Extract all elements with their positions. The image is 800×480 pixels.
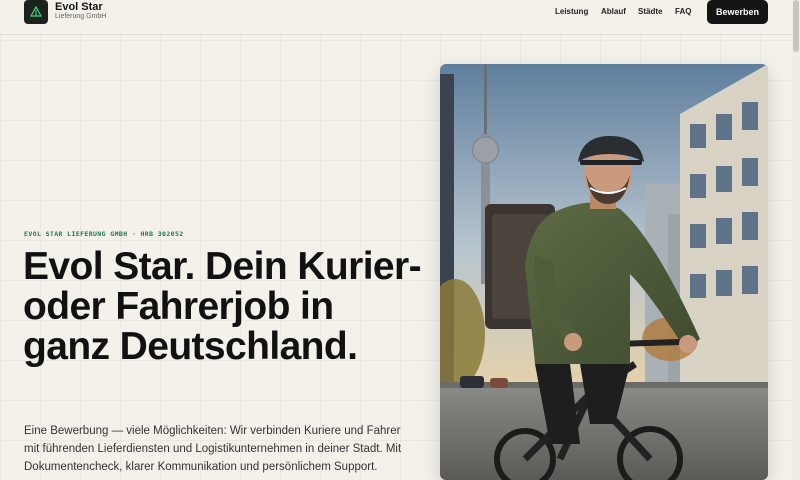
scrollbar-thumb[interactable]	[793, 0, 799, 52]
company-registration-label: EVOL STAR LIEFERUNG GMBH · HRB 302052	[24, 230, 184, 238]
brand-name[interactable]: Evol Star	[55, 1, 103, 13]
hero-intro-text: Eine Bewerbung — viele Möglichkeiten: Wi…	[24, 425, 402, 473]
nav-link-leistung[interactable]: Leistung	[555, 7, 588, 16]
nav-link-ablauf[interactable]: Ablauf	[601, 7, 626, 16]
site-header: Evol Star Lieferung GmbH Leistung Ablauf…	[0, 0, 792, 35]
brand-subtitle: Lieferung GmbH	[55, 13, 107, 20]
hero-headline: Evol Star. Dein Kurier- oder Fahrerjob i…	[23, 245, 422, 368]
hero-photo-courier-cyclist	[440, 64, 768, 480]
page-scrollbar[interactable]	[792, 0, 800, 480]
nav-link-staedte[interactable]: Städte	[638, 7, 662, 16]
apply-button[interactable]: Bewerben	[707, 0, 768, 24]
logo-icon[interactable]	[24, 0, 48, 24]
nav-link-faq[interactable]: FAQ	[675, 7, 691, 16]
